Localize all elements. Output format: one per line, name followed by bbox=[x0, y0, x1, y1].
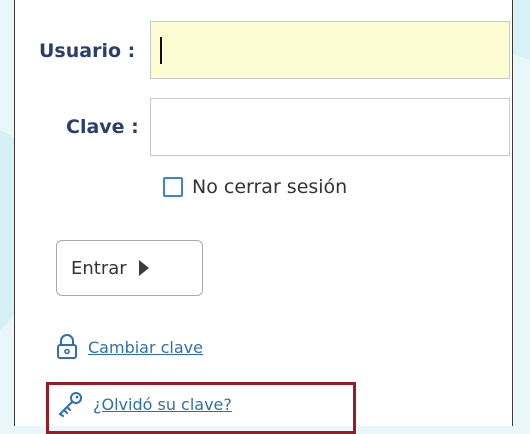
keep-session-row[interactable]: No cerrar sesión bbox=[163, 175, 347, 199]
change-password-row[interactable]: Cambiar clave bbox=[56, 334, 203, 360]
keep-session-label[interactable]: No cerrar sesión bbox=[192, 176, 347, 198]
text-caret bbox=[160, 37, 162, 64]
change-password-link[interactable]: Cambiar clave bbox=[88, 338, 203, 357]
password-label: Clave : bbox=[66, 116, 139, 138]
login-panel: Usuario : Clave : No cerrar sesión Entra… bbox=[14, 0, 513, 434]
lock-icon bbox=[57, 334, 77, 359]
enter-button-label: Entrar bbox=[71, 257, 127, 279]
forgot-password-highlight-box bbox=[46, 382, 356, 434]
play-arrow-icon bbox=[138, 260, 149, 276]
username-input[interactable] bbox=[150, 21, 510, 79]
enter-button[interactable]: Entrar bbox=[56, 240, 203, 296]
username-label: Usuario : bbox=[39, 40, 136, 62]
keep-session-checkbox[interactable] bbox=[163, 177, 183, 197]
password-input[interactable] bbox=[150, 98, 510, 156]
